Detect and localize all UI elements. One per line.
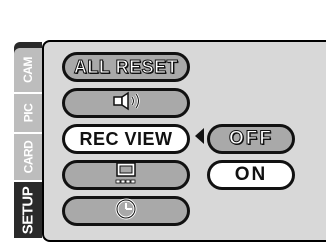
option-off-label: OFF [229,128,273,150]
menu-tab-strip: CAM PIC CARD SETUP [14,42,42,238]
tab-pic-label: PIC [20,103,35,123]
menu-item-monitor-brightness[interactable] [62,160,190,190]
menu-item-rec-view[interactable]: REC VIEW [62,124,190,154]
option-on-label: ON [234,164,268,185]
menu-item-all-reset-label: ALL RESET [73,56,179,77]
option-on[interactable]: ON [207,160,295,190]
clock-icon [106,197,146,226]
beep-sound-icon [106,89,146,118]
tab-cam-label: CAM [20,57,35,83]
tab-setup-label: SETUP [19,186,37,234]
tab-pic[interactable]: PIC [14,94,42,132]
menu-item-rec-view-label: REC VIEW [79,128,173,149]
tab-card-label: CARD [21,140,36,174]
menu-item-all-reset[interactable]: ALL RESET [62,52,190,82]
tab-card[interactable]: CARD [14,134,42,180]
monitor-brightness-icon [106,161,146,190]
menu-item-beep[interactable] [62,88,190,118]
option-off[interactable]: OFF [207,124,295,154]
selection-arrow-icon [195,128,204,144]
camera-menu-screen: CAM PIC CARD SETUP ALL RESET REC VIEW OF… [0,0,326,244]
tab-setup[interactable]: SETUP [14,182,42,238]
tab-cam[interactable]: CAM [14,48,42,92]
menu-item-clock[interactable] [62,196,190,226]
